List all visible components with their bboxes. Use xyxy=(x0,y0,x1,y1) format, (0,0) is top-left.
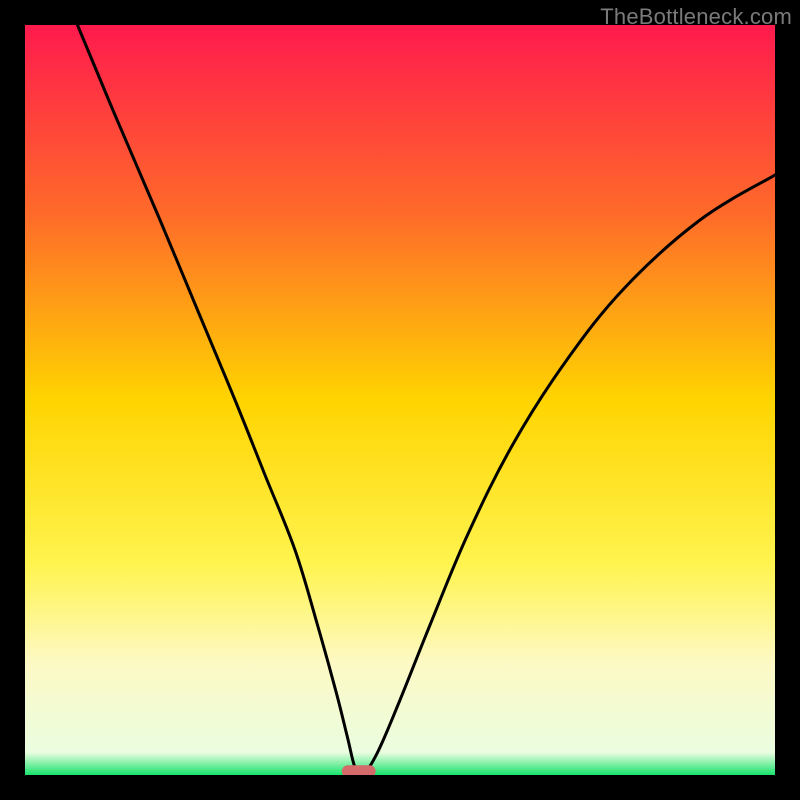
chart-frame: TheBottleneck.com xyxy=(0,0,800,800)
gradient-background xyxy=(25,25,775,775)
minimum-marker xyxy=(342,765,376,775)
plot-svg xyxy=(25,25,775,775)
plot-area xyxy=(25,25,775,775)
watermark-text: TheBottleneck.com xyxy=(600,4,792,30)
